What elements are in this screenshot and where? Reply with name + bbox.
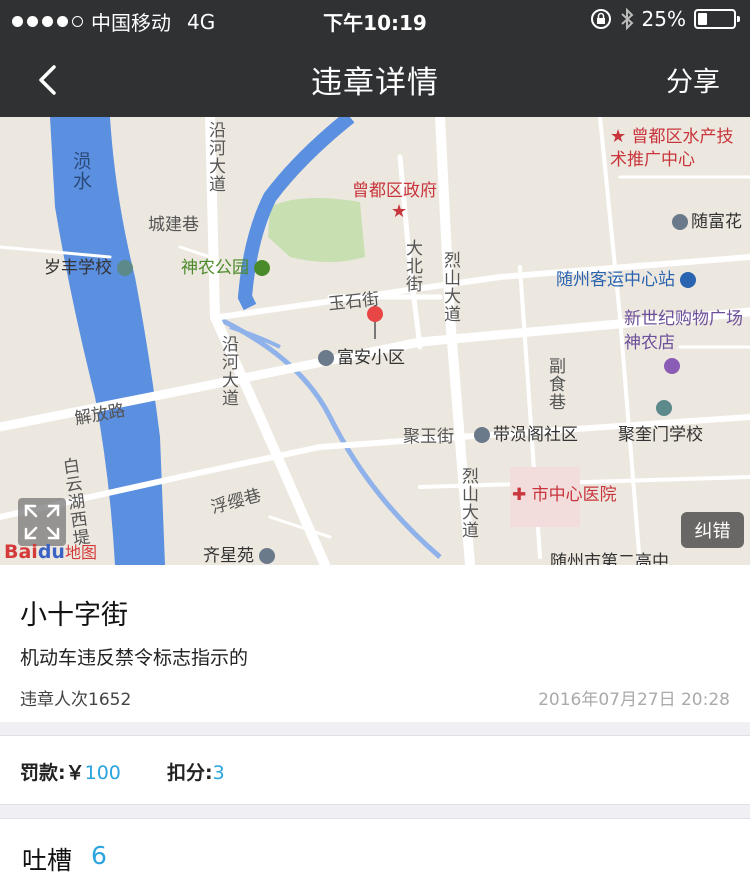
fine-amount: 罚款:￥100 [20, 762, 121, 784]
map-label: 涢水 [70, 151, 92, 191]
building-icon [318, 350, 334, 366]
map-label: 随州市第二高中 [550, 552, 669, 565]
location-pin-icon [367, 306, 383, 339]
map-label: 带涢阁社区 [474, 420, 578, 445]
violation-count: 违章人次1652 [20, 690, 132, 710]
star-icon: ★ [610, 126, 627, 147]
star-icon: ★ [391, 201, 408, 222]
building-icon [474, 427, 490, 443]
nav-bar: 违章详情 分享 [0, 40, 750, 117]
status-bar: 中国移动 4G 下午10:19 25% [0, 0, 750, 40]
map-label: 烈山大道 [440, 251, 460, 323]
map-label: 烈山大道 [458, 467, 478, 539]
map-label: 大北街 [402, 239, 422, 293]
violation-detail-card: 小十字街 机动车违反禁令标志指示的 违章人次1652 2016年07月27日 2… [0, 565, 750, 722]
map-label: 富安小区 [318, 343, 405, 368]
battery-icon [694, 9, 740, 29]
header-bar: 中国移动 4G 下午10:19 25% 违章详情 分享 [0, 0, 750, 117]
map-label: 副食巷 [545, 357, 565, 411]
map-label: 聚奎门学校 [618, 425, 703, 445]
hospital-icon: ✚ [512, 485, 527, 505]
correct-error-button[interactable]: 纠错 [681, 512, 744, 548]
building-icon [259, 548, 276, 564]
map-label: 曾都区政府 [352, 181, 437, 201]
map-view[interactable]: 涢水 城建巷 岁丰学校 神农公园 沿河大道 沿河大道 曾都区政府 ★ ★ 曾都区… [0, 117, 750, 565]
violation-date: 2016年07月27日 20:28 [538, 690, 730, 710]
shopping-icon [664, 358, 680, 374]
map-label: 随富花 [672, 207, 742, 232]
map-label: 齐星苑 [203, 541, 278, 565]
penalty-points: 扣分:3 [167, 762, 225, 784]
comments-section[interactable]: 吐槽 6 [0, 818, 750, 896]
map-label: 城建巷 [148, 215, 199, 235]
baidu-logo: Baidu地图 [4, 541, 97, 563]
comments-count: 6 [91, 841, 107, 870]
bus-icon [680, 272, 697, 288]
status-right: 25% [590, 7, 740, 31]
map-label: ✚ 市中心医院 [512, 485, 617, 505]
map-label: 沿河大道 [205, 121, 225, 193]
map-label: 新世纪购物广场神农店 [624, 309, 743, 353]
school-icon [117, 260, 134, 276]
violation-description: 机动车违反禁令标志指示的 [20, 647, 249, 669]
map-label: 随州客运中心站 [556, 265, 699, 290]
comments-label: 吐槽 [22, 846, 73, 875]
battery-percent: 25% [641, 7, 686, 31]
park-icon [254, 260, 271, 276]
map-label: 岁丰学校 [44, 253, 136, 278]
map-label: 聚玉街 [403, 427, 454, 447]
page-title: 违章详情 [311, 65, 439, 101]
map-label: 玉石街 [327, 289, 381, 315]
school-icon [656, 400, 672, 416]
street-name: 小十字街 [20, 600, 128, 631]
map-label: ★ 曾都区水产技术推广中心 [610, 126, 734, 170]
penalty-row: 罚款:￥100 扣分:3 [0, 735, 750, 805]
map-label: 神农公园 [181, 253, 273, 278]
map-label: 沿河大道 [218, 335, 238, 407]
bluetooth-icon [620, 7, 633, 31]
rotation-lock-icon [590, 9, 611, 29]
share-button[interactable]: 分享 [666, 60, 720, 99]
building-icon [672, 214, 688, 230]
